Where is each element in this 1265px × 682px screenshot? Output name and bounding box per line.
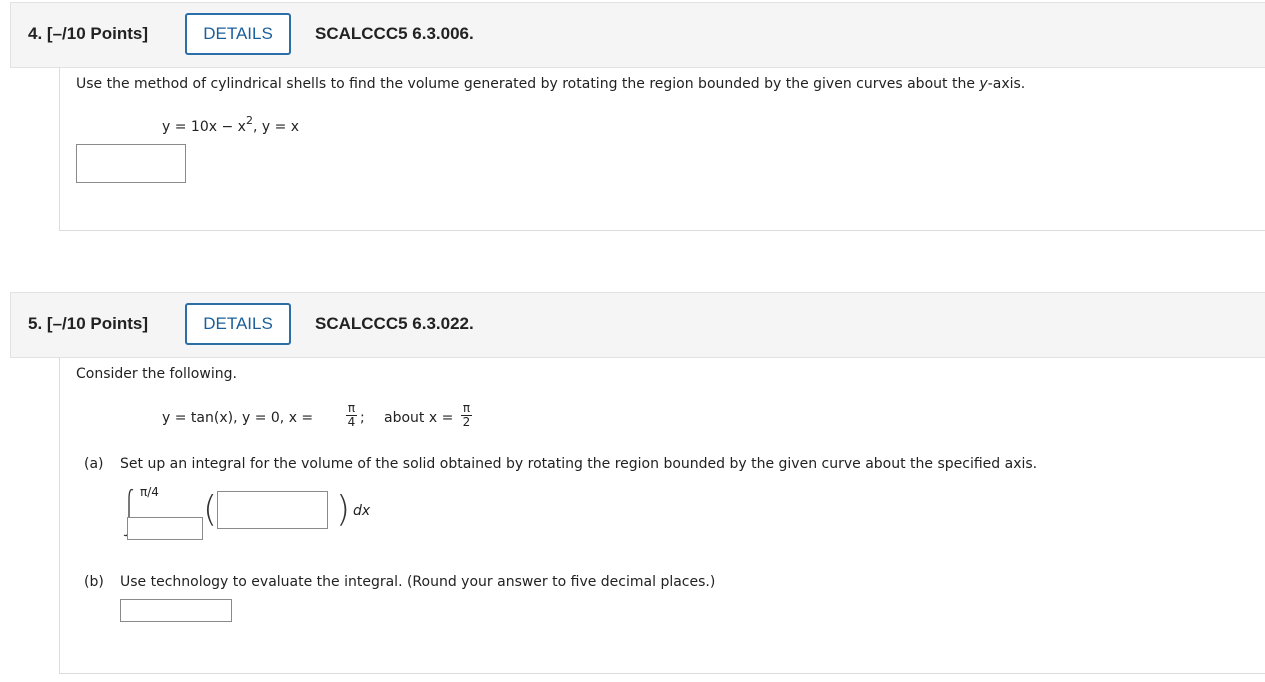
right-parenthesis: ) xyxy=(336,489,351,530)
question-5-code: SCALCCC5 6.3.022. xyxy=(315,314,474,333)
question-5-title: 5. [–/10 Points] xyxy=(28,314,148,334)
fraction-2-numerator: π xyxy=(462,401,471,415)
question-4-equation-1: y = 10x − x xyxy=(162,119,246,135)
question-5-points: [–/10 Points] xyxy=(46,314,149,333)
integrand-input[interactable] xyxy=(217,491,328,529)
integral-lower-limit-input[interactable] xyxy=(127,517,203,540)
question-4-prompt-text: Use the method of cylindrical shells to … xyxy=(76,76,980,92)
left-parenthesis: ( xyxy=(203,489,218,530)
question-4-exponent: 2 xyxy=(245,114,253,127)
part-a-text: Set up an integral for the volume of the… xyxy=(120,456,1038,472)
question-5-number: 5. xyxy=(28,314,43,333)
part-a-label: (a) xyxy=(84,456,104,472)
question-5-body: Consider the following. y = tan(x), y = … xyxy=(59,357,1265,674)
question-4-answer-input[interactable] xyxy=(76,144,186,183)
question-4-title: 4. [–/10 Points] xyxy=(28,24,148,44)
integral-upper-limit: π/4 xyxy=(140,485,159,499)
question-5-curves: y = tan(x), y = 0, x = xyxy=(162,410,314,426)
question-4-code: SCALCCC5 6.3.006. xyxy=(315,24,474,43)
question-4-equations: y = 10x − x2, y = x xyxy=(162,114,299,135)
question-4-details-button[interactable]: DETAILS xyxy=(185,13,291,55)
question-4-prompt-axis: y xyxy=(979,76,988,92)
question-5-fraction-pi-over-2: π 2 xyxy=(461,402,472,429)
question-4-number: 4. xyxy=(28,24,43,43)
question-4-prompt-suffix: -axis. xyxy=(987,76,1026,92)
question-5-semicolon: ; xyxy=(360,410,365,426)
question-4-prompt: Use the method of cylindrical shells to … xyxy=(76,76,1025,92)
part-b-label: (b) xyxy=(84,574,104,590)
question-5-details-button[interactable]: DETAILS xyxy=(185,303,291,345)
question-4-points: [–/10 Points] xyxy=(46,24,149,43)
part-b-text: Use technology to evaluate the integral.… xyxy=(120,574,716,590)
fraction-1-numerator: π xyxy=(347,401,356,415)
question-5-about-label: about x = xyxy=(384,410,454,426)
question-5-header: 5. [–/10 Points] DETAILS SCALCCC5 6.3.02… xyxy=(10,292,1265,358)
question-5-fraction-pi-over-4: π 4 xyxy=(346,402,357,429)
integral-dx: dx xyxy=(353,503,371,519)
fraction-1-denominator: 4 xyxy=(347,415,356,429)
question-4-equation-2: , y = x xyxy=(252,119,300,135)
question-4-header: 4. [–/10 Points] DETAILS SCALCCC5 6.3.00… xyxy=(10,2,1265,68)
question-5-intro: Consider the following. xyxy=(76,366,237,382)
part-b-answer-input[interactable] xyxy=(120,599,232,622)
fraction-2-denominator: 2 xyxy=(462,415,471,429)
question-4-body: Use the method of cylindrical shells to … xyxy=(59,67,1265,231)
